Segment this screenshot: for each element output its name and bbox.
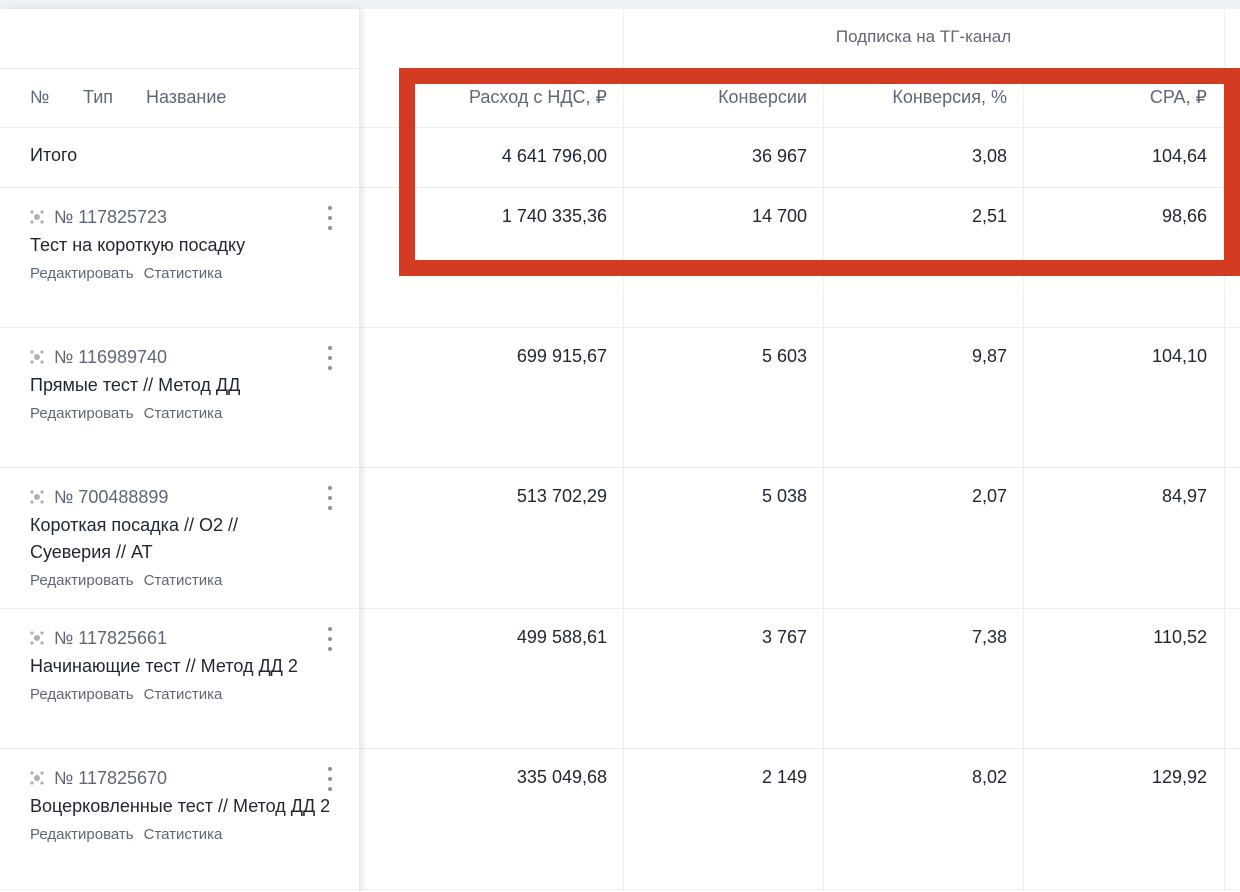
divider xyxy=(623,68,1240,69)
divider xyxy=(0,748,359,749)
campaign-id: № 117825661 xyxy=(54,627,168,648)
statistics-table: № Тип Название Итого № 117825723 Тест на… xyxy=(0,9,1240,892)
cell-conversion-rate: 8,02 xyxy=(971,767,1007,787)
campaign-row: № 117825723 Тест на короткую посадку Ред… xyxy=(30,206,350,283)
cell-cpa: 110,52 xyxy=(1153,627,1207,647)
cell-conversion-rate: 2,51 xyxy=(971,206,1007,226)
divider xyxy=(623,9,624,892)
totals-label: Итого xyxy=(30,145,78,165)
kebab-menu-icon[interactable] xyxy=(320,627,340,651)
campaign-row: № 117825661 Начинающие тест // Метод ДД … xyxy=(30,627,350,704)
campaign-name[interactable]: Воцерковленные тест // Метод ДД 2 xyxy=(30,793,340,820)
divider xyxy=(359,467,1240,468)
campaign-id: № 700488899 xyxy=(54,486,169,507)
divider xyxy=(359,748,1240,749)
campaign-column: № Тип Название Итого № 117825723 Тест на… xyxy=(0,9,360,892)
top-strip xyxy=(0,0,1240,9)
column-header-conversions[interactable]: Конверсии xyxy=(623,87,807,108)
column-header-cost[interactable]: Расход с НДС, ₽ xyxy=(387,87,607,108)
cell-conversions: 3 767 xyxy=(761,627,807,647)
campaign-name[interactable]: Прямые тест // Метод ДД xyxy=(30,372,350,399)
cell-cost: 1 740 335,36 xyxy=(501,206,607,226)
metrics-area: Подписка на ТГ-канал Расход с НДС, ₽ Кон… xyxy=(359,9,1240,892)
divider xyxy=(359,889,1240,890)
divider xyxy=(0,68,359,69)
divider xyxy=(1224,9,1225,892)
kebab-menu-icon[interactable] xyxy=(320,486,340,510)
cell-cpa: 84,97 xyxy=(1161,486,1207,506)
column-header-name[interactable]: Название xyxy=(146,87,226,108)
campaign-name[interactable]: Тест на короткую посадку xyxy=(30,232,350,259)
cell-conversions: 2 149 xyxy=(761,767,807,787)
column-header-number[interactable]: № xyxy=(30,87,49,108)
statistics-link[interactable]: Статистика xyxy=(144,572,223,589)
cell-conversions: 14 700 xyxy=(751,206,807,226)
cell-cpa: 98,66 xyxy=(1161,206,1207,226)
campaign-id: № 117825670 xyxy=(54,767,168,788)
cell-cpa: 104,10 xyxy=(1151,346,1207,366)
cell-conversions: 5 038 xyxy=(761,486,807,506)
kebab-menu-icon[interactable] xyxy=(320,346,340,370)
divider xyxy=(0,127,359,128)
column-header-cpa[interactable]: CPA, ₽ xyxy=(1023,87,1207,108)
statistics-link[interactable]: Статистика xyxy=(144,826,223,843)
smart-campaign-icon xyxy=(30,350,44,364)
cell-conversion-rate: 2,07 xyxy=(971,486,1007,506)
campaign-name[interactable]: Короткая посадка // O2 // Суеверия // AT xyxy=(30,512,280,566)
cell-conversion-rate: 9,87 xyxy=(971,346,1007,366)
kebab-menu-icon[interactable] xyxy=(320,206,340,230)
divider xyxy=(0,467,359,468)
divider xyxy=(359,327,1240,328)
cell-cost: 513 702,29 xyxy=(516,486,607,506)
statistics-link[interactable]: Статистика xyxy=(144,405,223,422)
column-header-type[interactable]: Тип xyxy=(83,87,113,108)
divider xyxy=(359,608,1240,609)
cell-conversion-rate: 7,38 xyxy=(971,627,1007,647)
totals-conversions: 36 967 xyxy=(751,146,807,166)
divider xyxy=(0,889,359,890)
campaign-id: № 116989740 xyxy=(54,346,168,367)
smart-campaign-icon xyxy=(30,771,44,785)
edit-link[interactable]: Редактировать xyxy=(30,405,134,422)
campaign-id: № 117825723 xyxy=(54,206,168,227)
cell-cpa: 129,92 xyxy=(1151,767,1207,787)
totals-cpa: 104,64 xyxy=(1151,146,1207,166)
cell-cost: 335 049,68 xyxy=(516,767,607,787)
divider xyxy=(0,327,359,328)
edit-link[interactable]: Редактировать xyxy=(30,686,134,703)
divider xyxy=(0,187,359,188)
smart-campaign-icon xyxy=(30,631,44,645)
cell-cost: 499 588,61 xyxy=(516,627,607,647)
smart-campaign-icon xyxy=(30,210,44,224)
edit-link[interactable]: Редактировать xyxy=(30,826,134,843)
goal-title: Подписка на ТГ-канал xyxy=(835,27,1012,46)
cell-conversions: 5 603 xyxy=(761,346,807,366)
totals-cost: 4 641 796,00 xyxy=(501,146,607,166)
campaign-row: № 117825670 Воцерковленные тест // Метод… xyxy=(30,767,350,844)
campaign-row: № 116989740 Прямые тест // Метод ДД Реда… xyxy=(30,346,350,423)
cell-cost: 699 915,67 xyxy=(516,346,607,366)
divider xyxy=(359,127,1240,128)
divider xyxy=(0,608,359,609)
statistics-link[interactable]: Статистика xyxy=(144,265,223,282)
divider xyxy=(359,187,1240,188)
campaign-row: № 700488899 Короткая посадка // O2 // Су… xyxy=(30,486,350,590)
column-header-conversion-rate[interactable]: Конверсия, % xyxy=(823,87,1007,108)
edit-link[interactable]: Редактировать xyxy=(30,265,134,282)
campaign-name[interactable]: Начинающие тест // Метод ДД 2 xyxy=(30,653,350,680)
statistics-link[interactable]: Статистика xyxy=(144,686,223,703)
kebab-menu-icon[interactable] xyxy=(320,767,340,791)
smart-campaign-icon xyxy=(30,490,44,504)
edit-link[interactable]: Редактировать xyxy=(30,572,134,589)
totals-conversion-rate: 3,08 xyxy=(971,146,1007,166)
